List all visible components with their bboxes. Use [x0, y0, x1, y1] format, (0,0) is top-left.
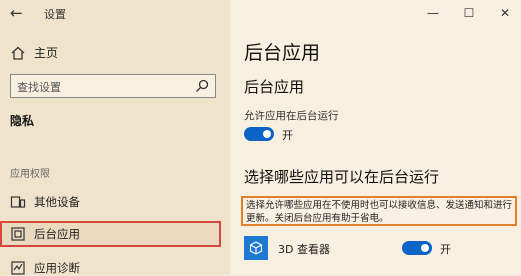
diagnostics-icon	[11, 261, 25, 275]
sidebar-item-label: 后台应用	[34, 227, 80, 241]
allow-background-label: 允许应用在后台运行	[244, 110, 339, 122]
settings-window: ← 设置 主页 查找设置 隐私 应用权限 其他设备 后台应用 应用诊断 — ☐ …	[0, 0, 521, 275]
choose-apps-description: 选择允许哪些应用在不使用时也可以接收信息、发送通知和进行更新。关闭后台应用有助于…	[241, 196, 517, 226]
home-icon	[11, 46, 25, 60]
page-title: 后台应用	[244, 42, 321, 64]
app-row-3d-viewer: 3D 查看器 开	[244, 236, 514, 262]
app-background-toggle-state: 开	[440, 243, 451, 256]
maximize-icon: ☐	[463, 6, 475, 20]
main-content: — ☐ ✕ 后台应用 后台应用 允许应用在后台运行 开 选择哪些应用可以在后台运…	[230, 0, 521, 275]
allow-background-toggle[interactable]	[244, 127, 274, 141]
background-apps-icon	[11, 227, 25, 241]
devices-icon	[10, 196, 26, 208]
sidebar-item-app-diagnostics[interactable]: 应用诊断	[10, 260, 80, 276]
sidebar-item-label: 主页	[34, 46, 59, 60]
app-background-toggle[interactable]	[402, 241, 432, 255]
app-name: 3D 查看器	[278, 243, 330, 256]
description-text: 选择允许哪些应用在不使用时也可以接收信息、发送通知和进行更新。关闭后台应用有助于…	[246, 200, 513, 224]
search-input[interactable]: 查找设置	[10, 74, 216, 98]
window-caption-buttons: — ☐ ✕	[381, 2, 521, 24]
sidebar-item-home[interactable]: 主页	[10, 44, 58, 61]
minimize-button[interactable]: —	[423, 5, 443, 21]
back-button[interactable]: ←	[10, 4, 30, 22]
choose-apps-heading: 选择哪些应用可以在后台运行	[244, 168, 440, 186]
close-icon: ✕	[499, 6, 511, 20]
back-arrow-icon: ←	[10, 4, 23, 22]
search-placeholder: 查找设置	[17, 81, 61, 94]
allow-background-toggle-state: 开	[282, 129, 293, 142]
sidebar: ← 设置 主页 查找设置 隐私 应用权限 其他设备 后台应用 应用诊断	[0, 0, 230, 275]
sidebar-item-label: 应用诊断	[34, 261, 80, 275]
close-button[interactable]: ✕	[495, 5, 515, 21]
app-title: 设置	[44, 8, 66, 21]
section-heading-background-apps: 后台应用	[244, 78, 305, 96]
sidebar-item-other-devices[interactable]: 其他设备	[10, 194, 80, 210]
sidebar-item-background-apps[interactable]: 后台应用	[10, 226, 80, 242]
minimize-icon: —	[427, 6, 439, 20]
maximize-button[interactable]: ☐	[459, 5, 479, 21]
3d-cube-icon	[244, 236, 268, 260]
search-icon	[196, 79, 209, 92]
privacy-heading: 隐私	[10, 114, 35, 128]
app-permissions-label: 应用权限	[10, 169, 50, 180]
sidebar-item-label: 其他设备	[34, 195, 80, 209]
